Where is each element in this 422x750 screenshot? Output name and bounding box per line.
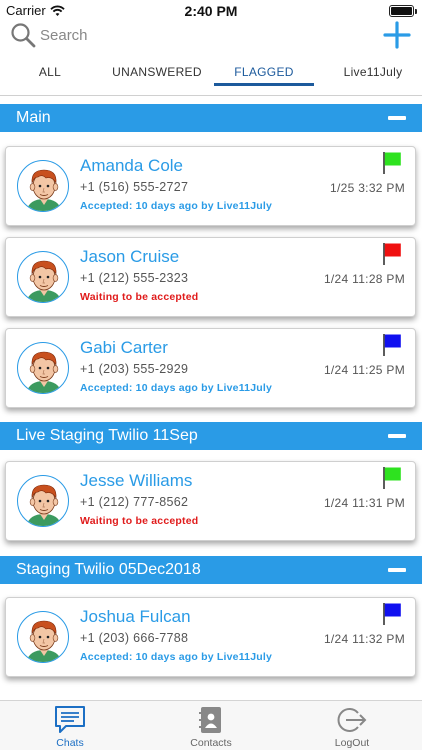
contact-phone: +1 (203) 666-7788: [80, 631, 189, 645]
battery-icon: [389, 5, 417, 17]
tabs-divider: [0, 95, 422, 96]
avatar: [17, 342, 69, 394]
chat-time: 1/24 11:28 PM: [323, 272, 405, 286]
chat-time: 1/24 11:32 PM: [323, 632, 405, 646]
tab-live11july[interactable]: Live11July: [330, 58, 416, 88]
section-title: Main: [16, 109, 51, 126]
tab-unanswered[interactable]: UNANSWERED: [106, 58, 208, 88]
chat-status: Accepted: 10 days ago by Live11July: [80, 200, 273, 212]
add-chat-button[interactable]: [382, 20, 412, 50]
chat-card[interactable]: Amanda Cole +1 (516) 555-2727 Accepted: …: [5, 146, 416, 226]
tab-bar-label: Chats: [56, 737, 84, 749]
section-header-live-staging[interactable]: Live Staging Twilio 11Sep: [0, 422, 422, 450]
section-title: Staging Twilio 05Dec2018: [16, 561, 201, 578]
chat-time: 1/24 11:31 PM: [323, 496, 405, 510]
chat-card[interactable]: Jason Cruise +1 (212) 555-2323 Waiting t…: [5, 237, 416, 317]
filter-tabs: ALL UNANSWERED FLAGGED Live11July: [0, 58, 422, 88]
chat-card[interactable]: Joshua Fulcan +1 (203) 666-7788 Accepted…: [5, 597, 416, 677]
avatar: [17, 251, 69, 303]
chat-card[interactable]: Gabi Carter +1 (203) 555-2929 Accepted: …: [5, 328, 416, 408]
contact-phone: +1 (203) 555-2929: [80, 362, 189, 376]
bottom-tab-bar: Chats Contacts LogOut: [0, 700, 422, 750]
chat-bubble-icon: [55, 706, 85, 733]
collapse-section-button[interactable]: [388, 568, 406, 572]
tab-bar-label: LogOut: [334, 737, 370, 749]
contact-name: Gabi Carter: [80, 338, 168, 357]
contact-phone: +1 (516) 555-2727: [80, 180, 189, 194]
flag-icon[interactable]: [381, 602, 403, 626]
section-header-staging[interactable]: Staging Twilio 05Dec2018: [0, 556, 422, 584]
chat-status: Accepted: 10 days ago by Live11July: [80, 651, 273, 663]
contacts-book-icon: [199, 707, 221, 733]
chat-time: 1/25 3:32 PM: [330, 181, 405, 195]
avatar: [17, 160, 69, 212]
collapse-section-button[interactable]: [388, 116, 406, 120]
chat-status: Waiting to be accepted: [80, 515, 199, 527]
logout-icon: [337, 708, 367, 732]
search-icon: [11, 23, 36, 48]
tab-all[interactable]: ALL: [20, 58, 80, 88]
contact-name: Jason Cruise: [80, 247, 180, 266]
status-bar: Carrier 2:40 PM: [0, 0, 422, 20]
tab-label: UNANSWERED: [112, 65, 202, 79]
flag-icon[interactable]: [381, 242, 403, 266]
tab-bar-chats[interactable]: Chats: [20, 701, 120, 750]
chat-card[interactable]: Jesse Williams +1 (212) 777-8562 Waiting…: [5, 461, 416, 541]
flag-icon[interactable]: [381, 151, 403, 175]
tab-bar-contacts[interactable]: Contacts: [161, 701, 261, 750]
collapse-section-button[interactable]: [388, 434, 406, 438]
tab-bar-label: Contacts: [190, 737, 232, 749]
tab-bar-logout[interactable]: LogOut: [302, 701, 402, 750]
contact-name: Amanda Cole: [80, 156, 184, 175]
chat-time: 1/24 11:25 PM: [323, 363, 405, 377]
avatar: [17, 611, 69, 663]
search-bar: [0, 20, 422, 50]
tab-label: ALL: [38, 65, 62, 79]
active-tab-indicator: [214, 83, 314, 86]
chat-status: Waiting to be accepted: [80, 291, 199, 303]
avatar: [17, 475, 69, 527]
contact-phone: +1 (212) 777-8562: [80, 495, 189, 509]
contact-phone: +1 (212) 555-2323: [80, 271, 189, 285]
tab-label: Live11July: [343, 65, 403, 79]
tab-flagged[interactable]: FLAGGED: [214, 58, 314, 88]
section-title: Live Staging Twilio 11Sep: [16, 427, 198, 444]
section-header-main[interactable]: Main: [0, 104, 422, 132]
contact-name: Jesse Williams: [80, 471, 193, 490]
flag-icon[interactable]: [381, 333, 403, 357]
tab-label: FLAGGED: [234, 65, 294, 79]
chat-status: Accepted: 10 days ago by Live11July: [80, 382, 273, 394]
contact-name: Joshua Fulcan: [80, 607, 191, 626]
search-input[interactable]: [40, 22, 340, 48]
flag-icon[interactable]: [381, 466, 403, 490]
chat-list[interactable]: Main Amanda Cole +1 (516) 555-2727 Accep…: [0, 104, 422, 700]
status-time: 2:40 PM: [184, 3, 238, 19]
